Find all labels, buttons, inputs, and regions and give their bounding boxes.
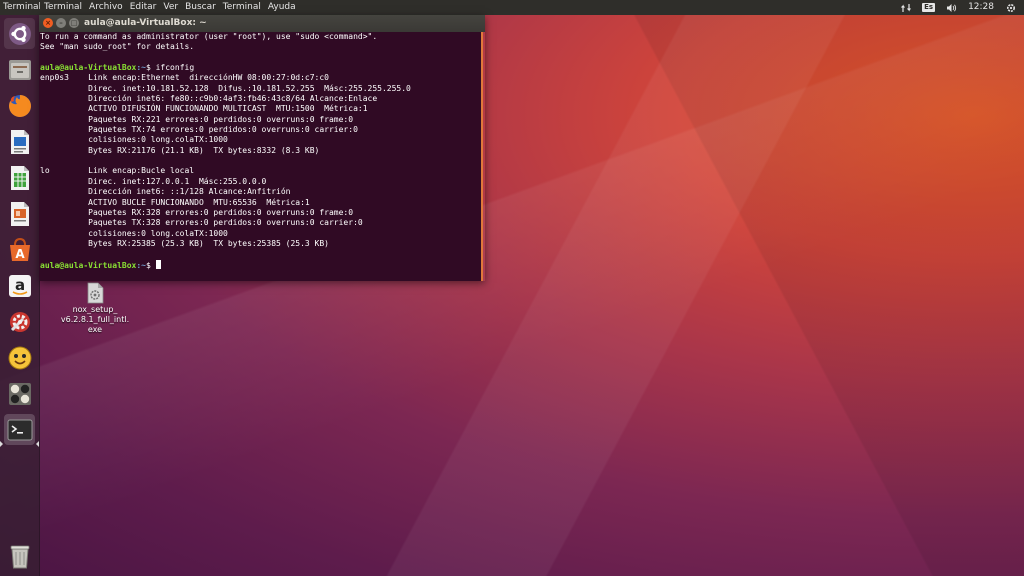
file-label-line: v6.2.8.1_full_intl. — [60, 315, 130, 324]
software-center-icon[interactable]: A — [4, 234, 35, 265]
system-settings-icon[interactable] — [4, 306, 35, 337]
window-controls: × – □ — [43, 18, 79, 28]
focused-indicator — [36, 441, 39, 447]
terminal-line: Dirección inet6: fe80::c9b0:4af3:fb46:43… — [40, 94, 378, 104]
files-icon[interactable] — [4, 54, 35, 85]
menu-terminal[interactable]: Terminal — [44, 0, 82, 15]
terminal-line: Direc. inet:10.181.52.128 Difus.:10.181.… — [40, 83, 411, 93]
terminal-line: See "man sudo_root" for details. — [40, 42, 195, 52]
amazon-icon[interactable]: a — [4, 270, 35, 301]
menu-editar[interactable]: Editar — [130, 0, 157, 15]
terminal-line: Dirección inet6: ::1/128 Alcance:Anfitri… — [40, 187, 291, 197]
close-button[interactable]: × — [43, 18, 53, 28]
terminal-icon[interactable] — [4, 414, 35, 445]
terminal-titlebar[interactable]: × – □ aula@aula-VirtualBox: ~ — [39, 15, 485, 32]
terminal-line: Direc. inet:127.0.0.1 Másc:255.0.0.0 — [40, 176, 267, 186]
minimize-button[interactable]: – — [56, 18, 66, 28]
prompt-path: :~ — [136, 63, 146, 73]
menu-ayuda[interactable]: Ayuda — [268, 0, 296, 15]
prompt-user: aula@aula-VirtualBox — [40, 63, 137, 73]
file-label-line: exe — [87, 325, 103, 334]
menu-archivo[interactable]: Archivo — [89, 0, 123, 15]
window-title: aula@aula-VirtualBox: ~ — [84, 18, 207, 28]
writer-icon[interactable] — [4, 126, 35, 157]
menu-terminal-2[interactable]: Terminal — [223, 0, 261, 15]
terminal-line: Bytes RX:21176 (21.1 KB) TX bytes:8332 (… — [40, 145, 320, 155]
terminal-line: Bytes RX:25385 (25.3 KB) TX bytes:25385 … — [40, 238, 329, 248]
text-cursor — [155, 259, 161, 269]
trash-icon[interactable] — [4, 540, 35, 571]
calc-icon[interactable] — [4, 162, 35, 193]
firefox-icon[interactable] — [4, 90, 35, 121]
active-app-title: Terminal — [3, 2, 40, 12]
ubuntu-dash-icon[interactable] — [4, 18, 35, 49]
menu-bar: Terminal Archivo Editar Ver Buscar Termi… — [44, 0, 296, 15]
terminal-line: To run a command as administrator (user … — [40, 32, 378, 41]
prompt-user: aula@aula-VirtualBox — [40, 260, 137, 270]
terminal-line: enp0s3 Link encap:Ethernet direcciónHW 0… — [40, 73, 329, 83]
terminal-line: lo Link encap:Bucle local — [40, 166, 195, 176]
clock[interactable]: 12:28 — [968, 0, 994, 15]
file-label-line: nox_setup_ — [72, 305, 118, 314]
command-line: aula@aula-VirtualBox:~$ ifconfig — [40, 63, 481, 73]
svg-text:a: a — [14, 276, 24, 294]
exe-file-icon — [84, 282, 106, 304]
indicator-area: Es 12:28 — [900, 0, 1016, 15]
prompt-symbol: $ — [145, 63, 156, 73]
terminal-output[interactable]: To run a command as administrator (user … — [39, 32, 483, 281]
terminal-line: colisiones:0 long.colaTX:1000 — [40, 135, 228, 145]
terminal-line: ACTIVO DIFUSIÓN FUNCIONANDO MULTICAST MT… — [40, 104, 368, 114]
running-indicator — [0, 441, 3, 447]
prompt-path: :~ — [136, 260, 146, 270]
terminal-line: colisiones:0 long.colaTX:1000 — [40, 228, 228, 238]
active-prompt-line[interactable]: aula@aula-VirtualBox:~$ — [40, 259, 481, 270]
volume-icon[interactable] — [946, 2, 957, 13]
terminal-line: ACTIVO BUCLE FUNCIONANDO MTU:65536 Métri… — [40, 197, 310, 207]
top-panel: Terminal Terminal Archivo Editar Ver Bus… — [0, 0, 1024, 15]
menu-buscar[interactable]: Buscar — [185, 0, 216, 15]
desktop-file-nox-setup[interactable]: nox_setup_ v6.2.8.1_full_intl. exe — [55, 280, 135, 335]
mahjongg-icon[interactable] — [4, 378, 35, 409]
maximize-button[interactable]: □ — [69, 18, 79, 28]
terminal-window[interactable]: × – □ aula@aula-VirtualBox: ~ To run a c… — [39, 15, 485, 281]
command-text: ifconfig — [155, 63, 195, 73]
menu-ver[interactable]: Ver — [163, 0, 178, 15]
launcher: A a — [0, 15, 40, 576]
terminal-line: Paquetes TX:74 errores:0 perdidos:0 over… — [40, 125, 358, 135]
prompt-symbol: $ — [145, 260, 156, 270]
network-icon[interactable] — [900, 2, 911, 13]
keyboard-layout-indicator[interactable]: Es — [922, 3, 936, 12]
terminal-line: Paquetes TX:328 errores:0 perdidos:0 ove… — [40, 218, 363, 228]
terminal-line: Paquetes RX:221 errores:0 perdidos:0 ove… — [40, 114, 354, 124]
terminal-line: Paquetes RX:328 errores:0 perdidos:0 ove… — [40, 207, 354, 217]
svg-text:A: A — [15, 247, 25, 261]
impress-icon[interactable] — [4, 198, 35, 229]
pidgin-icon[interactable] — [4, 342, 35, 373]
power-gear-icon[interactable] — [1005, 2, 1016, 13]
